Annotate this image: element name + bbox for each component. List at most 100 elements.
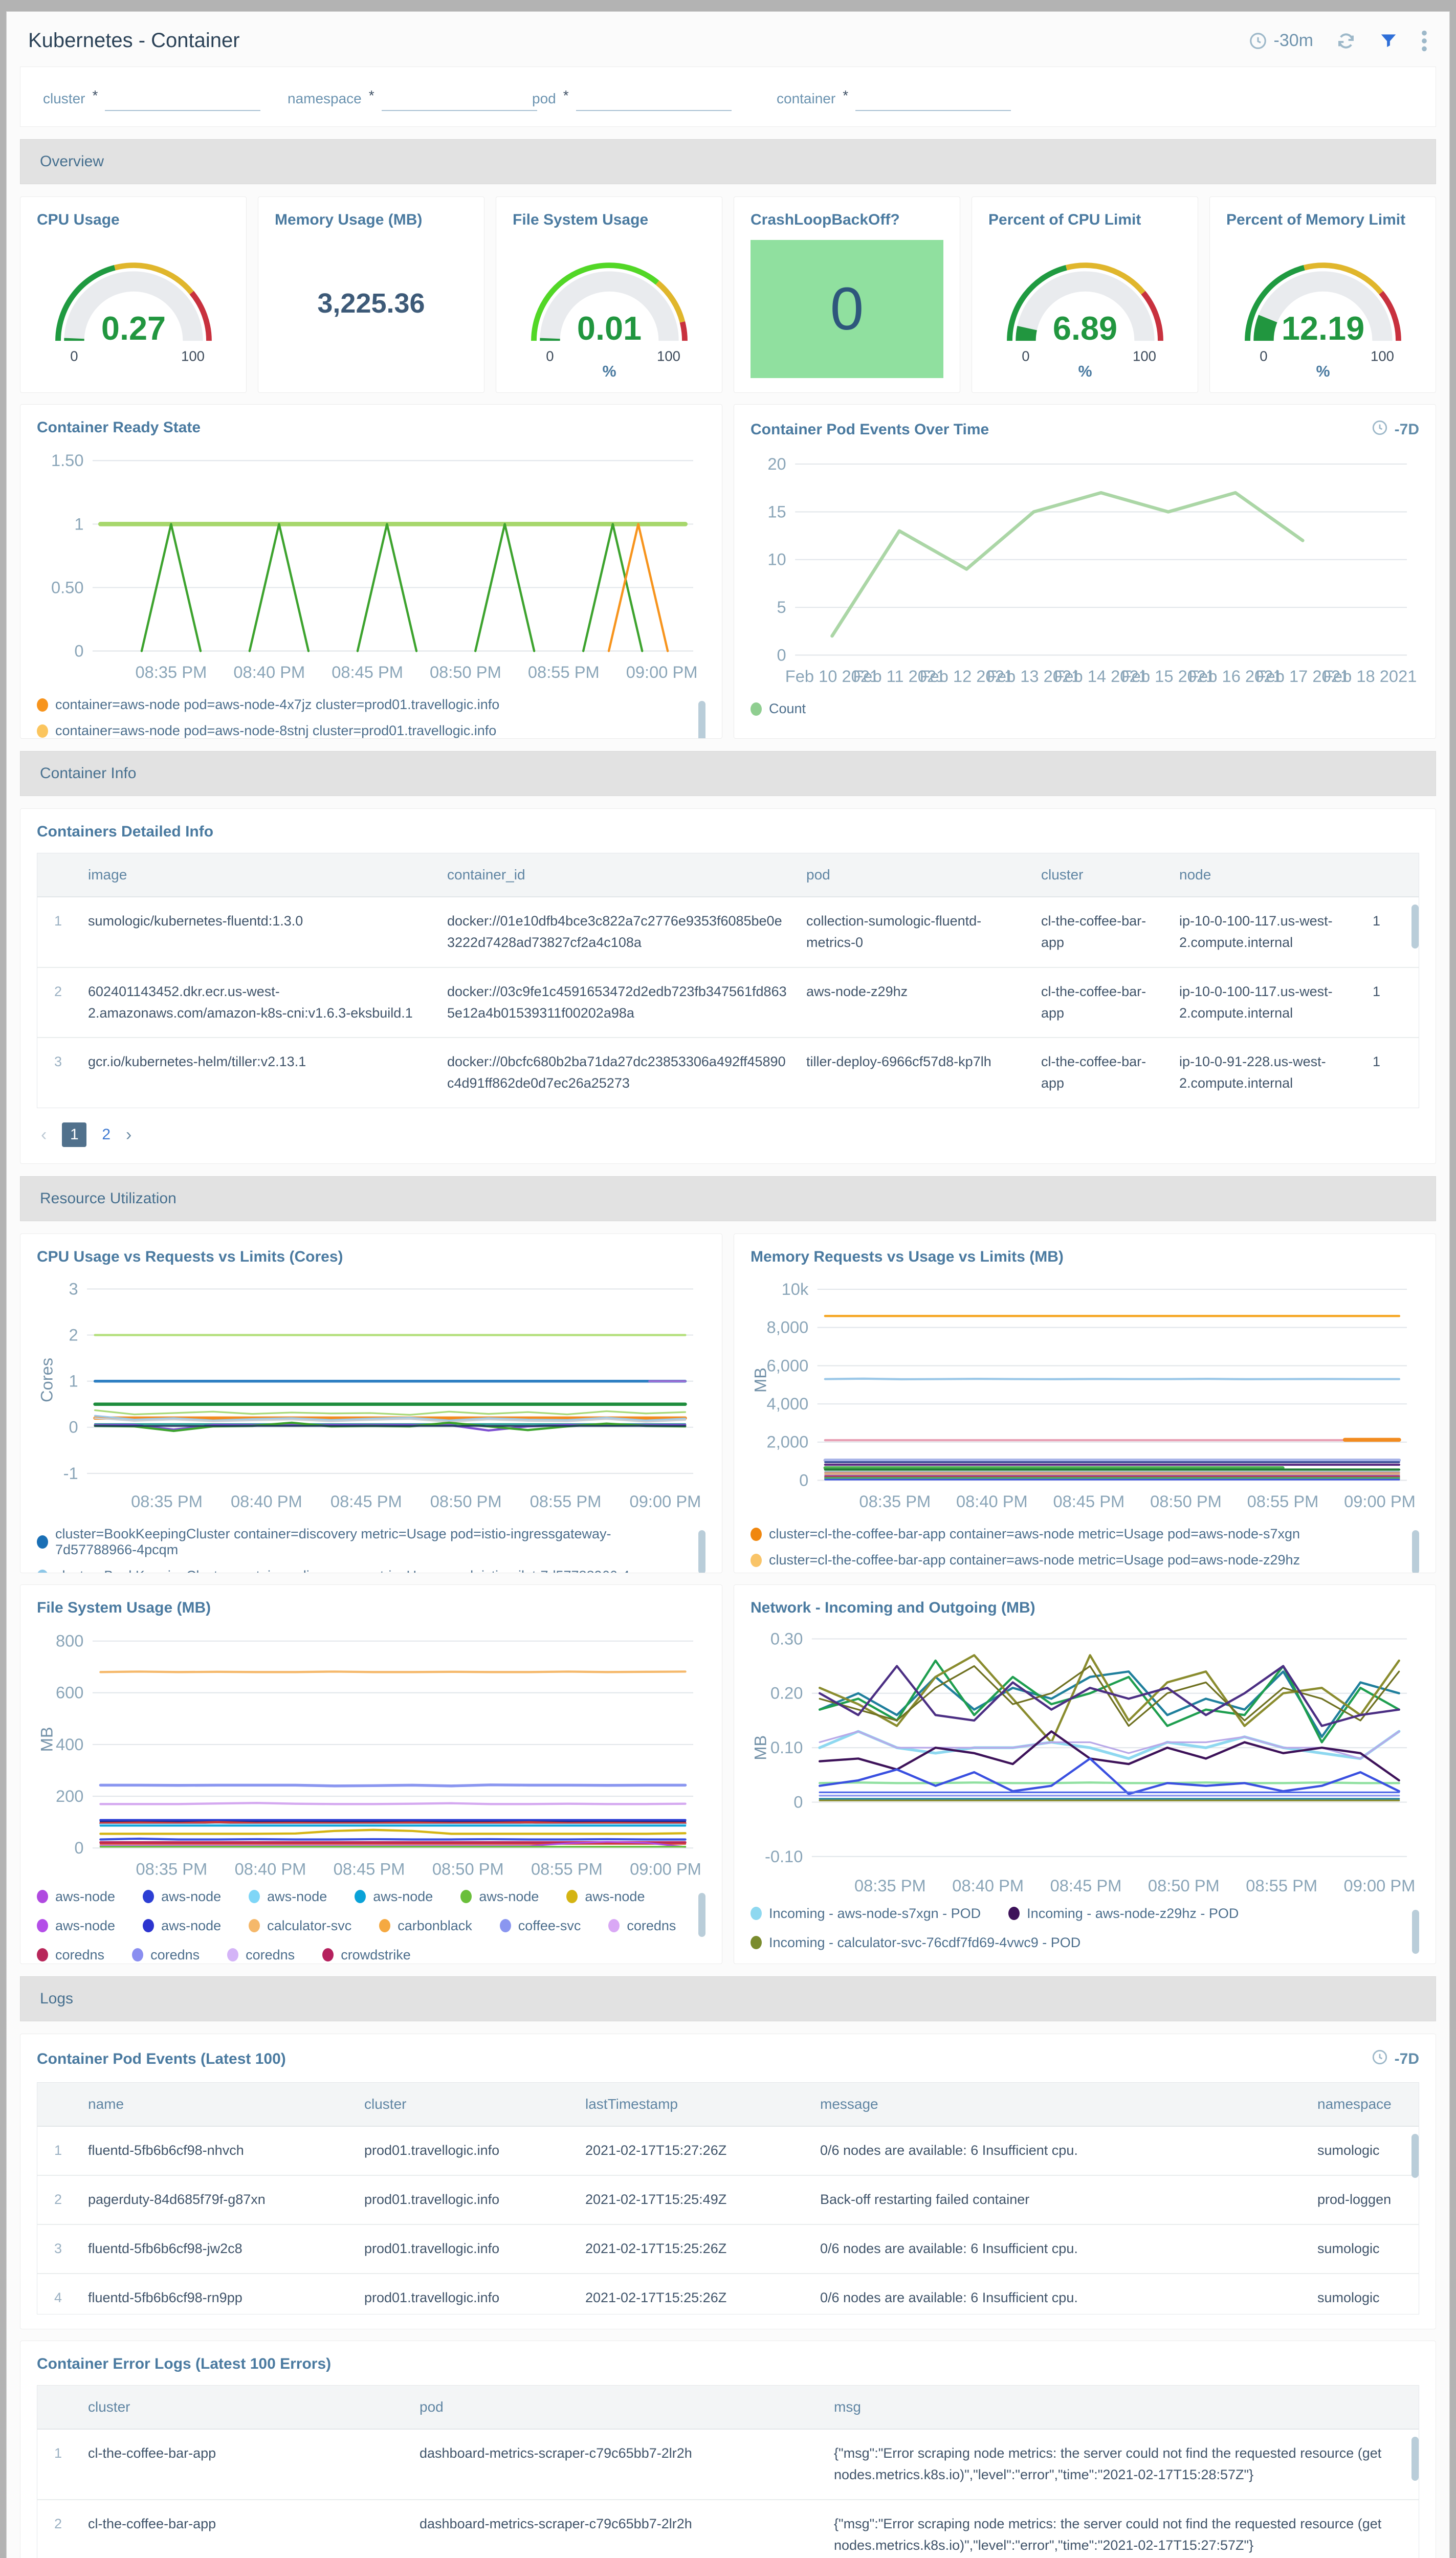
svg-text:2,000: 2,000 <box>767 1432 809 1451</box>
legend-item[interactable]: aws-node <box>143 1918 221 1934</box>
column-header[interactable]: lastTimestamp <box>576 2083 811 2127</box>
svg-text:5: 5 <box>777 598 786 616</box>
legend-item[interactable]: cluster=BookKeepingCluster container=dis… <box>37 1568 687 1573</box>
panel-title: Network - Incoming and Outgoing (MB) <box>751 1599 1035 1617</box>
panel-cpu-usage: CPU Usage 0.27 0 100 <box>20 196 247 393</box>
legend-item[interactable]: cluster=BookKeepingCluster container=dis… <box>37 1526 687 1558</box>
legend-item[interactable]: Incoming - aws-node-z29hz - POD <box>1008 1906 1239 1922</box>
next-page-button[interactable]: › <box>126 1125 131 1145</box>
legend-scrollbar[interactable] <box>1412 1530 1419 1573</box>
kebab-menu-icon[interactable] <box>1421 30 1428 52</box>
legend-scrollbar[interactable] <box>698 701 705 738</box>
table-row[interactable]: 2 602401143452.dkr.ecr.us-west-2.amazonaw… <box>37 966 1419 1038</box>
legend-item[interactable]: coredns <box>37 1947 104 1963</box>
cpu-limit-gauge: 6.89 0 100% <box>988 229 1181 378</box>
column-header[interactable] <box>1363 853 1419 897</box>
legend-item[interactable]: coredns <box>608 1918 676 1934</box>
legend-item[interactable]: crowdstrike <box>322 1947 411 1963</box>
legend-label: carbonblack <box>398 1917 472 1933</box>
page-button-2[interactable]: 2 <box>102 1126 111 1143</box>
legend-item[interactable]: cluster=cl-the-coffee-bar-app container=… <box>751 1552 1401 1568</box>
table-row[interactable]: 1 cl-the-coffee-bar-app dashboard-metrics-… <box>37 2429 1419 2500</box>
panel-title: Container Ready State <box>37 419 201 436</box>
namespace-filter-input[interactable] <box>381 87 537 111</box>
column-header[interactable]: name <box>79 2083 355 2127</box>
legend-item[interactable]: Count <box>751 701 1401 717</box>
memory-usage-value: 3,225.36 <box>317 288 425 319</box>
svg-text:600: 600 <box>56 1683 83 1702</box>
legend-item[interactable]: coredns <box>132 1947 200 1963</box>
legend-item[interactable]: aws-node <box>37 1889 115 1905</box>
column-header[interactable]: node <box>1170 853 1363 897</box>
legend-item[interactable]: Incoming - calculator-svc-76cdf7fd69-4vw… <box>751 1935 1080 1951</box>
container-filter-input[interactable] <box>855 87 1011 111</box>
table-scrollbar[interactable] <box>1411 2134 1419 2178</box>
table-row[interactable]: 3 fluentd-5fb6b6cf98-jw2c8 prod01.travello… <box>37 2223 1419 2274</box>
legend-label: coredns <box>55 1947 105 1962</box>
filter-container: container * <box>777 87 1021 111</box>
legend-item[interactable]: aws-node <box>249 1889 327 1905</box>
column-header[interactable]: container_id <box>438 853 797 897</box>
legend-color-dot <box>132 1948 144 1962</box>
legend-item[interactable]: container=aws-node pod=aws-node-8stnj cl… <box>37 723 687 738</box>
table-row[interactable]: 4 fluentd-5fb6b6cf98-rn9pp prod01.travello… <box>37 2273 1419 2314</box>
column-header[interactable]: cluster <box>355 2083 576 2127</box>
panel-time-range[interactable]: -7D <box>1371 419 1419 440</box>
legend-item[interactable]: Incoming - aws-node-s7xgn - POD <box>751 1906 981 1922</box>
time-range-control[interactable]: -30m <box>1248 31 1313 51</box>
legend-item[interactable]: aws-node <box>143 1889 221 1905</box>
legend-item[interactable]: aws-node <box>355 1889 433 1905</box>
column-header[interactable]: cluster <box>1032 853 1170 897</box>
svg-text:%: % <box>1078 363 1092 378</box>
column-header[interactable]: pod <box>797 853 1032 897</box>
cell: prod01.travellogic.info <box>364 2143 500 2158</box>
cluster-filter-input[interactable] <box>105 87 261 111</box>
panel-container-ready-state: Container Ready State 0 0.50 1 1.50 08:35 PM… <box>20 404 722 739</box>
legend-item[interactable]: container=aws-node pod=aws-node-4x7jz cl… <box>37 697 687 713</box>
table-scrollbar[interactable] <box>1411 2437 1419 2481</box>
column-header[interactable] <box>37 853 79 897</box>
legend-item[interactable]: aws-node <box>460 1889 539 1905</box>
network-legend: Incoming - aws-node-s7xgn - POD Incoming … <box>751 1906 1419 1964</box>
legend-item[interactable]: coffee-svc <box>499 1918 581 1934</box>
cell: 2021-02-17T15:27:26Z <box>585 2143 727 2158</box>
table-row[interactable]: 3 gcr.io/kubernetes-helm/tiller:v2.13.1 do… <box>37 1037 1419 1108</box>
legend-color-dot <box>355 1890 366 1904</box>
page-button-1[interactable]: 1 <box>62 1122 87 1148</box>
legend-item[interactable]: aws-node <box>566 1889 645 1905</box>
panel-time-range[interactable]: -7D <box>1371 2048 1419 2070</box>
table-row[interactable]: 1 fluentd-5fb6b6cf98-nhvch prod01.travello… <box>37 2126 1419 2175</box>
pod-filter-input[interactable] <box>576 87 732 111</box>
table-row[interactable]: 2 pagerduty-84d685f79f-g87xn prod01.travel… <box>37 2174 1419 2224</box>
column-header[interactable]: image <box>79 853 438 897</box>
column-header[interactable]: namespace <box>1308 2083 1419 2127</box>
legend-item[interactable]: coredns <box>227 1947 295 1963</box>
column-header[interactable]: msg <box>825 2386 1419 2430</box>
legend-item[interactable]: calculator-svc <box>249 1918 351 1934</box>
table-row[interactable]: 1 sumologic/kubernetes-fluentd:1.3.0 docke… <box>37 897 1419 967</box>
column-header[interactable]: cluster <box>79 2386 410 2430</box>
svg-text:0.30: 0.30 <box>770 1629 803 1648</box>
data-table: cluster pod msg 1 cl-the-coffee-bar-app dashb… <box>37 2386 1419 2558</box>
panel-title: File System Usage (MB) <box>37 1599 211 1617</box>
column-header[interactable] <box>37 2083 79 2127</box>
prev-page-button[interactable]: ‹ <box>41 1125 47 1145</box>
panel-title: Percent of CPU Limit <box>988 211 1141 228</box>
table-row[interactable]: 2 cl-the-coffee-bar-app dashboard-metrics-… <box>37 2499 1419 2558</box>
column-header[interactable]: message <box>811 2083 1308 2127</box>
refresh-icon[interactable] <box>1336 31 1356 51</box>
legend-scrollbar[interactable] <box>1412 1909 1419 1954</box>
legend-item[interactable]: cluster=cl-the-coffee-bar-app container=… <box>751 1526 1401 1542</box>
column-header[interactable] <box>37 2386 79 2430</box>
svg-text:0.50: 0.50 <box>51 578 84 597</box>
legend-item[interactable]: carbonblack <box>379 1918 472 1934</box>
legend-scrollbar[interactable] <box>698 1892 705 1937</box>
filter-icon[interactable] <box>1379 31 1398 51</box>
svg-text:0: 0 <box>777 645 786 664</box>
legend-scrollbar[interactable] <box>698 1530 705 1573</box>
svg-text:0: 0 <box>70 348 78 364</box>
table-scrollbar[interactable] <box>1411 905 1419 949</box>
svg-text:100: 100 <box>1133 348 1156 364</box>
legend-item[interactable]: aws-node <box>37 1918 115 1934</box>
column-header[interactable]: pod <box>410 2386 825 2430</box>
